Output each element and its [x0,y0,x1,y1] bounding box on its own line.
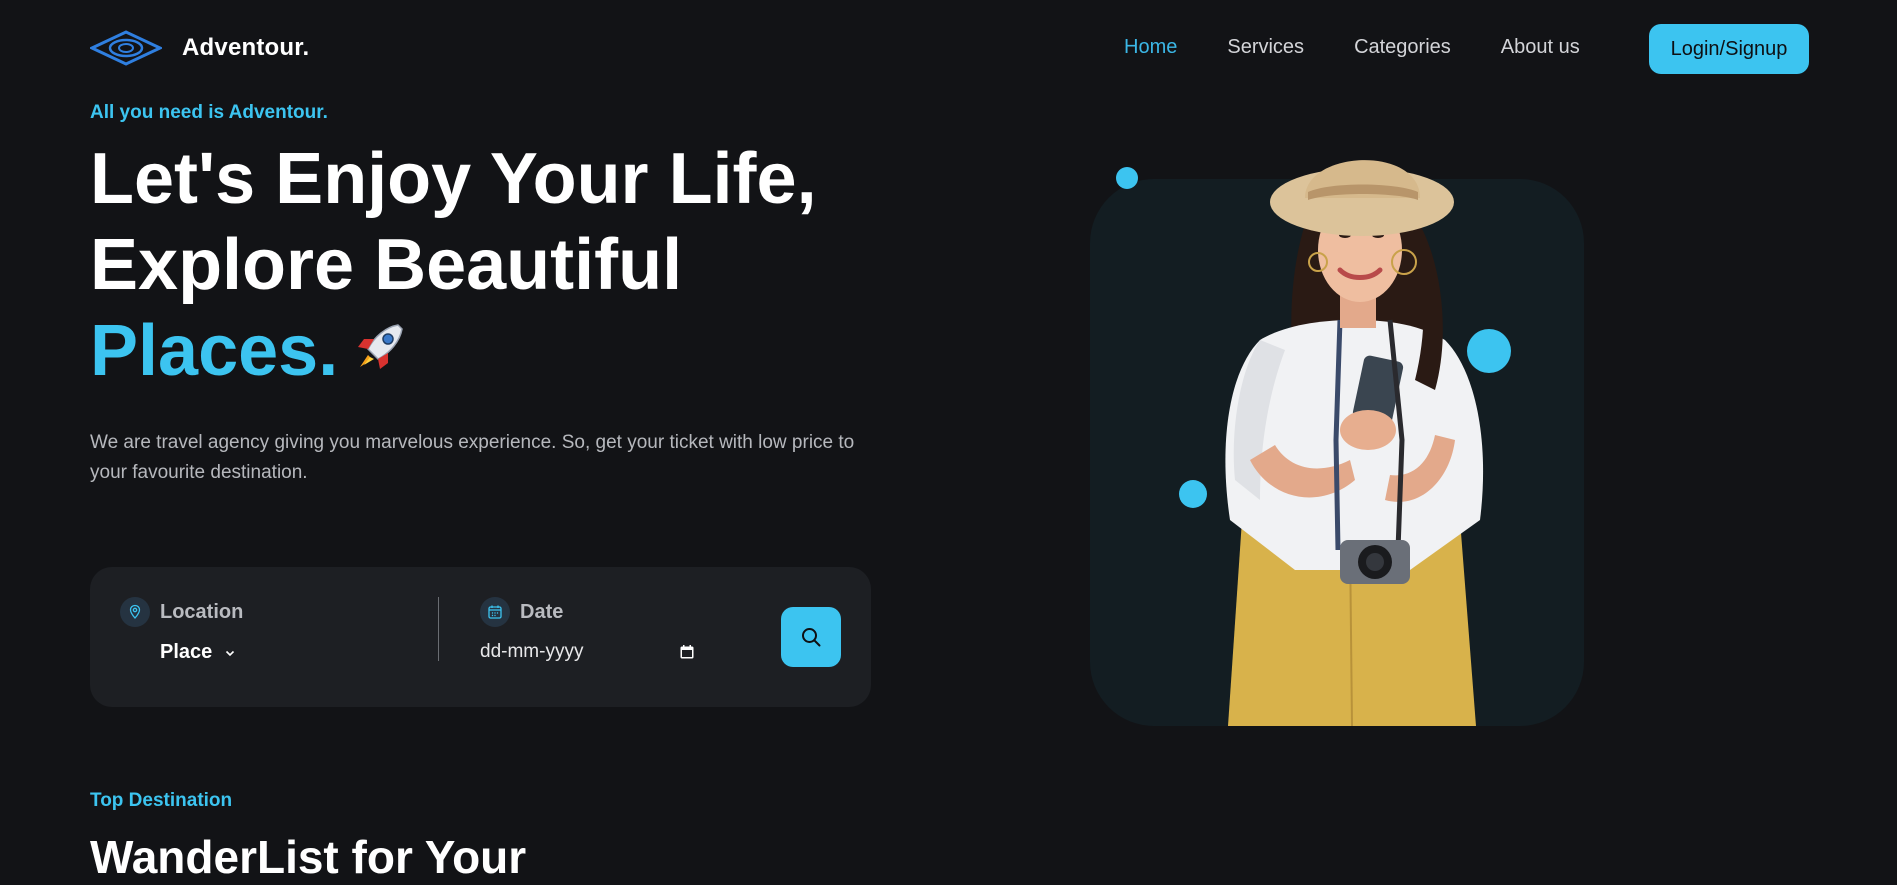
main-nav: Home Services Categories About us [1124,36,1630,59]
date-placeholder: dd-mm-yyyy [480,641,584,662]
hero-description: We are travel agency giving you marvelou… [90,432,855,483]
hero-title: Let's Enjoy Your Life, Explore Beautiful… [90,136,890,394]
date-input[interactable]: dd-mm-yyyy [480,641,695,663]
calendar-picker-icon[interactable] [679,644,695,660]
search-panel: Location Place Date dd-mm-yyyy [90,567,871,707]
location-field: Location Place [120,597,243,664]
nav-services[interactable]: Services [1227,36,1304,59]
section-kicker: Top Destination [90,790,233,811]
location-select[interactable]: Place [160,641,243,664]
section-title: WanderList for Your [90,831,527,883]
eye-logo-icon [90,30,162,66]
nav-categories[interactable]: Categories [1354,36,1451,59]
date-label: Date [520,600,564,623]
hero-title-line-3-wrap: Places. [90,308,890,394]
rocket-icon [358,324,404,369]
date-field: Date dd-mm-yyyy [480,597,695,663]
hero-tagline: All you need is Adventour. [90,102,328,123]
search-icon [802,628,821,647]
search-button[interactable] [781,607,841,667]
map-pin-icon [120,597,150,627]
field-divider [438,597,439,661]
hero-title-line-1: Let's Enjoy Your Life, [90,139,817,219]
nav-about-us[interactable]: About us [1501,36,1580,59]
brand-logo[interactable]: Adventour. [90,28,309,68]
location-label: Location [160,600,244,623]
hero-title-line-2: Explore Beautiful [90,225,683,305]
traveler-photo [1225,160,1484,726]
hero-title-line-3: Places. [90,311,339,391]
brand-name: Adventour. [182,34,310,61]
nav-home[interactable]: Home [1124,36,1177,59]
decorative-dot [1116,167,1138,189]
chevron-down-icon [226,650,235,656]
location-value: Place [160,641,213,663]
login-signup-button[interactable]: Login/Signup [1649,24,1809,74]
calendar-icon [480,597,510,627]
